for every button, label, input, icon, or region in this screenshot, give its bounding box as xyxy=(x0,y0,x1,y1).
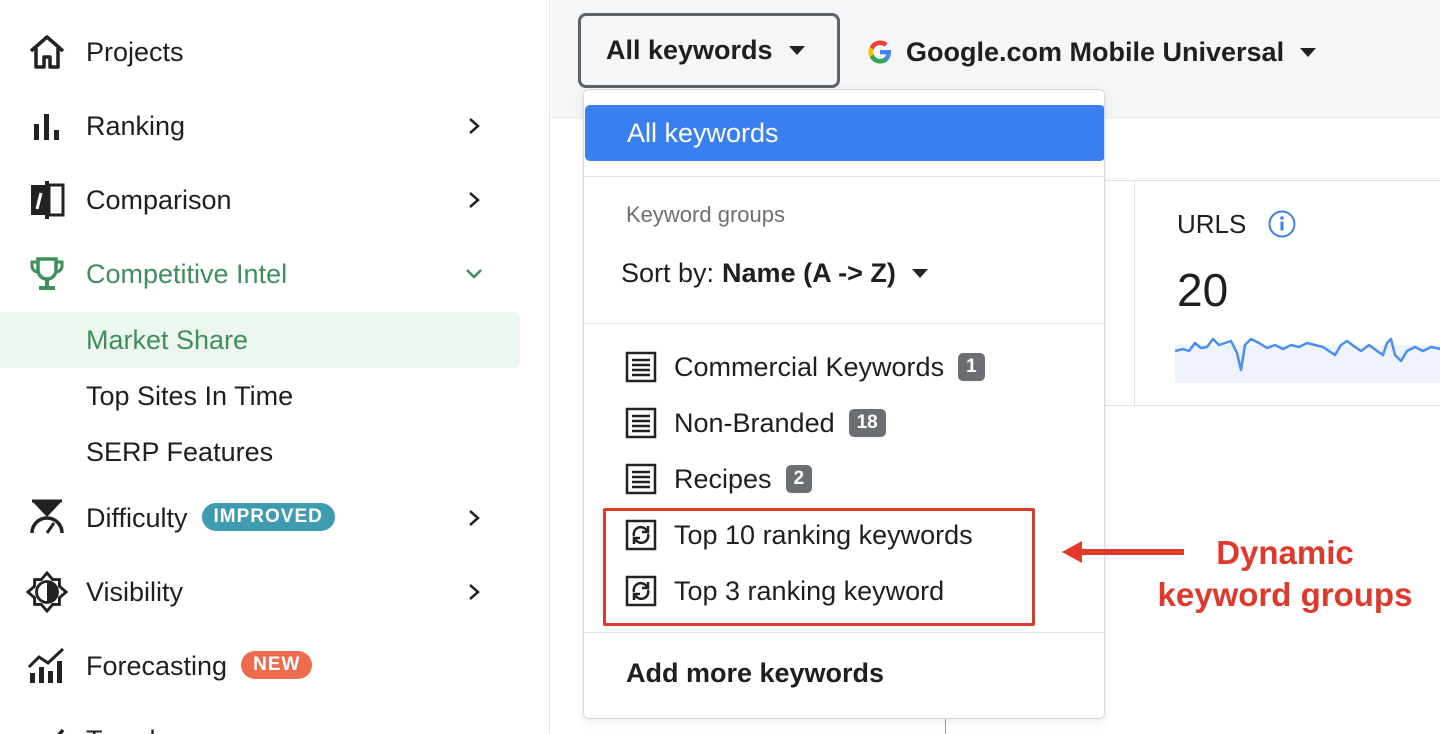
sidebar-item-label: Difficulty xyxy=(86,502,188,533)
sidebar-item-competitive-intel[interactable]: Competitive Intel xyxy=(0,246,520,302)
sidebar-subitem-label: SERP Features xyxy=(86,436,274,467)
keyword-groups-heading: Keyword groups xyxy=(626,202,785,227)
sidebar-item-label: Projects xyxy=(86,36,184,67)
urls-stats-card: URLS 20 xyxy=(1134,180,1440,406)
sidebar-subitem-serp-features[interactable]: SERP Features xyxy=(0,424,520,480)
dropdown-item-all-keywords[interactable]: All keywords xyxy=(585,105,1104,161)
search-engine-label: Google.com Mobile Universal xyxy=(906,36,1285,67)
improved-badge: IMPROVED xyxy=(201,503,335,532)
caret-down-icon xyxy=(1300,47,1317,57)
sidebar-item-label: Trends xyxy=(86,725,169,734)
caret-down-icon xyxy=(911,269,928,278)
sidebar: Projects Ranking Comparison Competitive … xyxy=(0,0,550,734)
sidebar-subitem-top-sites-in-time[interactable]: Top Sites In Time xyxy=(0,368,520,424)
keyword-count-badge: 18 xyxy=(848,409,886,437)
sidebar-item-forecasting[interactable]: Forecasting NEW xyxy=(0,638,520,694)
keyword-group-label: Recipes xyxy=(674,463,772,494)
sidebar-item-label: Competitive Intel xyxy=(86,258,288,289)
trophy-icon xyxy=(26,253,68,295)
sidebar-item-visibility[interactable]: Visibility xyxy=(0,564,520,620)
sort-label: Sort by: xyxy=(621,258,715,288)
chevron-right-icon xyxy=(462,580,486,604)
dropdown-item-keyword-group[interactable]: Commercial Keywords 1 xyxy=(624,344,985,390)
chevron-right-icon xyxy=(462,506,486,530)
keyword-count-badge: 2 xyxy=(785,465,813,493)
sidebar-item-ranking[interactable]: Ranking xyxy=(0,98,520,154)
document-icon xyxy=(625,463,657,495)
chevron-right-icon xyxy=(462,188,486,212)
scale-icon xyxy=(26,497,68,539)
bar-chart-icon xyxy=(26,105,68,147)
info-icon[interactable] xyxy=(1267,209,1297,239)
add-more-keywords-link[interactable]: Add more keywords xyxy=(626,658,884,689)
home-icon xyxy=(26,31,68,73)
annotation-line: keyword groups xyxy=(1157,576,1413,613)
sidebar-item-label: Forecasting xyxy=(86,650,228,681)
dropdown-item-keyword-group[interactable]: Non-Branded 18 xyxy=(624,400,886,446)
keyword-count-badge: 1 xyxy=(958,353,985,381)
trends-icon xyxy=(26,719,68,734)
annotation-label: Dynamic keyword groups xyxy=(1150,532,1420,616)
sidebar-item-comparison[interactable]: Comparison xyxy=(0,172,520,228)
sidebar-item-label-group: Difficulty IMPROVED xyxy=(86,503,335,534)
keyword-group-select[interactable]: All keywords xyxy=(578,13,840,88)
document-icon xyxy=(625,351,657,383)
sort-select[interactable]: Sort by: Name (A -> Z) xyxy=(621,258,928,289)
annotation-line: Dynamic xyxy=(1216,534,1354,571)
sidebar-item-label-group: Forecasting NEW xyxy=(86,650,313,682)
divider xyxy=(584,632,1104,633)
sidebar-item-trends[interactable]: Trends xyxy=(0,712,520,734)
sidebar-item-label: Comparison xyxy=(86,184,232,215)
divider xyxy=(584,176,1104,177)
sidebar-item-projects[interactable]: Projects xyxy=(0,24,520,80)
sidebar-item-label: Ranking xyxy=(86,110,186,141)
sidebar-subitem-label: Market Share xyxy=(86,324,249,355)
sidebar-subitem-market-share[interactable]: Market Share xyxy=(0,312,520,368)
forecast-icon xyxy=(26,645,68,687)
annotation-highlight-box xyxy=(603,508,1035,626)
sidebar-item-difficulty[interactable]: Difficulty IMPROVED xyxy=(0,490,520,546)
document-icon xyxy=(625,407,657,439)
chevron-down-icon xyxy=(462,262,486,286)
divider xyxy=(584,323,1104,324)
new-badge: NEW xyxy=(241,651,313,680)
keyword-group-select-label: All keywords xyxy=(606,35,773,65)
urls-title: URLS xyxy=(1177,209,1247,239)
keyword-group-label: Commercial Keywords xyxy=(674,351,945,382)
chevron-right-icon xyxy=(462,114,486,138)
caret-down-icon xyxy=(788,46,805,55)
google-logo-icon xyxy=(868,40,891,64)
keyword-group-label: Non-Branded xyxy=(674,407,835,438)
sidebar-item-label: Visibility xyxy=(86,576,184,607)
sidebar-subitem-label: Top Sites In Time xyxy=(86,380,294,411)
dropdown-item-keyword-group[interactable]: Recipes 2 xyxy=(624,456,813,502)
sort-value: Name (A -> Z) xyxy=(722,258,896,288)
compare-icon xyxy=(26,179,68,221)
search-engine-select[interactable]: Google.com Mobile Universal xyxy=(866,30,1317,74)
visibility-icon xyxy=(26,570,68,614)
urls-value: 20 xyxy=(1177,264,1229,316)
urls-sparkline xyxy=(1175,337,1440,383)
